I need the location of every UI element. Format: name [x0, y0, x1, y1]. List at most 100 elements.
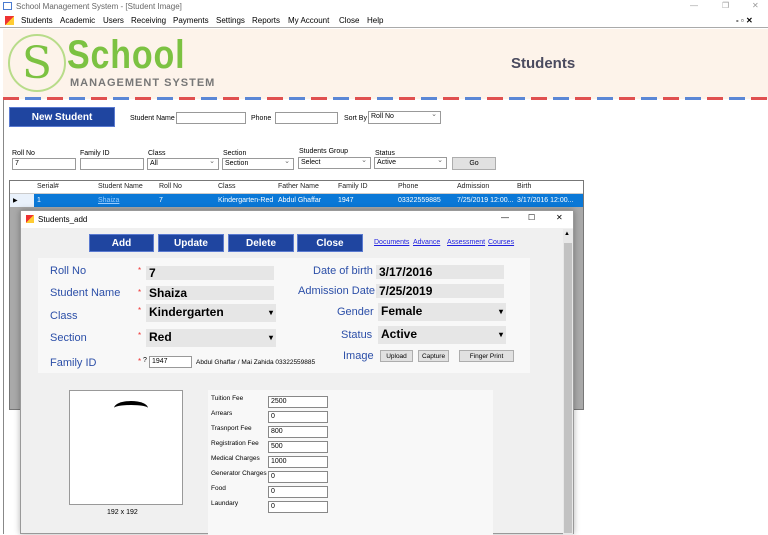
menu-users[interactable]: Users — [103, 16, 124, 25]
documents-link[interactable]: Documents — [374, 239, 409, 246]
window-title: School Management System - [Student Imag… — [16, 2, 182, 11]
menu-payments[interactable]: Payments — [173, 16, 209, 25]
col-father-name[interactable]: Father Name — [278, 183, 319, 190]
menu-bar: Students Academic Users Receiving Paymen… — [0, 14, 768, 28]
cell-class: Kindergarten-Red — [218, 197, 274, 204]
dialog-close-button[interactable]: ✕ — [556, 213, 563, 222]
class-filter-select[interactable]: All — [147, 157, 219, 170]
cell-serial: 1 — [37, 197, 41, 204]
logo-text: School — [67, 33, 186, 77]
cell-family-id: 1947 — [338, 197, 354, 204]
close-dialog-button[interactable]: Close — [297, 234, 363, 252]
col-roll-no[interactable]: Roll No — [159, 183, 182, 190]
group-filter-select[interactable]: Select — [298, 156, 371, 169]
menu-students[interactable]: Students — [21, 16, 53, 25]
courses-link[interactable]: Courses — [488, 239, 514, 246]
food-input[interactable]: 0 — [268, 486, 328, 498]
student-name-input[interactable] — [176, 112, 246, 124]
student-name-input[interactable]: Shaiza — [146, 286, 274, 300]
required-mark: * — [138, 357, 142, 366]
dialog-minimize-button[interactable]: — — [501, 213, 509, 222]
roll-no-filter-label: Roll No — [12, 150, 35, 157]
tuition-fee-input[interactable]: 2500 — [268, 396, 328, 408]
add-button[interactable]: Add — [89, 234, 154, 252]
close-button[interactable]: ✕ — [752, 1, 759, 10]
dob-input[interactable]: 3/17/2016 — [376, 265, 504, 279]
col-phone[interactable]: Phone — [398, 183, 418, 190]
advance-link[interactable]: Advance — [413, 239, 440, 246]
scroll-thumb[interactable] — [564, 243, 572, 533]
student-name-label: Student Name — [50, 287, 121, 299]
gender-label: Gender — [337, 306, 374, 318]
phone-input[interactable] — [275, 112, 338, 124]
finger-print-button[interactable]: Finger Print — [459, 350, 514, 362]
laundary-label: Laundary — [211, 500, 239, 507]
menu-close[interactable]: Close — [339, 16, 359, 25]
update-button[interactable]: Update — [158, 234, 224, 252]
dialog-scrollbar[interactable]: ▲ — [563, 229, 573, 535]
upload-button[interactable]: Upload — [380, 350, 413, 362]
family-id-filter-label: Family ID — [80, 150, 110, 157]
delete-button[interactable]: Delete — [228, 234, 294, 252]
generator-charges-input[interactable]: 0 — [268, 471, 328, 483]
new-student-button[interactable]: New Student — [9, 107, 115, 127]
menu-my-account[interactable]: My Account — [288, 16, 329, 25]
student-photo — [69, 390, 183, 505]
menu-reports[interactable]: Reports — [252, 16, 280, 25]
col-serial[interactable]: Serial# — [37, 183, 59, 190]
family-id-label: Family ID — [50, 357, 97, 369]
section-select[interactable]: Red — [146, 329, 276, 347]
admission-date-input[interactable]: 7/25/2019 — [376, 284, 504, 298]
roll-no-label: Roll No — [50, 265, 87, 277]
capture-button[interactable]: Capture — [418, 350, 449, 362]
fees-panel: Tuition Fee 2500 Arrears 0 Trasnport Fee… — [208, 390, 493, 535]
registration-fee-label: Registration Fee — [211, 440, 259, 447]
menu-academic[interactable]: Academic — [60, 16, 95, 25]
scroll-up-icon[interactable]: ▲ — [564, 231, 570, 237]
class-label: Class — [50, 310, 78, 322]
required-mark: * — [138, 306, 142, 315]
cell-roll-no: 7 — [159, 197, 163, 204]
assessment-link[interactable]: Assessment — [447, 239, 485, 246]
status-select[interactable]: Active — [378, 326, 506, 344]
family-info: Abdul Ghaffar / Mai Zahida 03322559885 — [196, 359, 316, 366]
minimize-button[interactable]: — — [690, 1, 698, 10]
col-student-name[interactable]: Student Name — [98, 183, 143, 190]
required-mark: * — [138, 266, 142, 275]
menu-help[interactable]: Help — [367, 16, 383, 25]
arrears-input[interactable]: 0 — [268, 411, 328, 423]
col-admission[interactable]: Admission — [457, 183, 489, 190]
medical-charges-input[interactable]: 1000 — [268, 456, 328, 468]
section-filter-select[interactable]: Section — [222, 157, 294, 170]
dialog-maximize-button[interactable]: ☐ — [528, 213, 535, 222]
status-label: Status — [341, 329, 373, 341]
image-label: Image — [343, 350, 374, 362]
photo-hair-shape — [114, 401, 148, 415]
restore-button[interactable]: ❐ — [722, 1, 729, 10]
status-filter-select[interactable]: Active — [374, 156, 447, 169]
col-birth[interactable]: Birth — [517, 183, 531, 190]
col-class[interactable]: Class — [218, 183, 236, 190]
roll-no-filter-input[interactable]: 7 — [12, 158, 76, 170]
registration-fee-input[interactable]: 500 — [268, 441, 328, 453]
roll-no-input[interactable]: 7 — [146, 266, 274, 280]
col-family-id[interactable]: Family ID — [338, 183, 368, 190]
menu-settings[interactable]: Settings — [216, 16, 245, 25]
mdi-window-controls[interactable]: - ▫ ✕ — [736, 16, 753, 25]
logo-mark: S — [8, 34, 66, 92]
cell-student-name-link[interactable]: Shaiza — [98, 197, 119, 204]
required-mark: * — [138, 331, 142, 340]
family-id-input[interactable]: 1947 — [149, 356, 192, 368]
row-selector[interactable]: ▶ — [10, 194, 34, 207]
transport-fee-input[interactable]: 800 — [268, 426, 328, 438]
laundary-input[interactable]: 0 — [268, 501, 328, 513]
family-id-filter-input[interactable] — [80, 158, 144, 170]
class-select[interactable]: Kindergarten — [146, 304, 276, 322]
family-help-icon[interactable]: ? — [143, 357, 147, 364]
menu-receiving[interactable]: Receiving — [131, 16, 166, 25]
sort-by-select[interactable]: Roll No — [368, 110, 441, 124]
grid-header: Serial# Student Name Roll No Class Fathe… — [10, 181, 583, 194]
go-button[interactable]: Go — [452, 157, 496, 170]
gender-select[interactable]: Female — [378, 303, 506, 321]
students-add-dialog: Students_add — ☐ ✕ ▲ Add Update Delete C… — [20, 210, 574, 535]
